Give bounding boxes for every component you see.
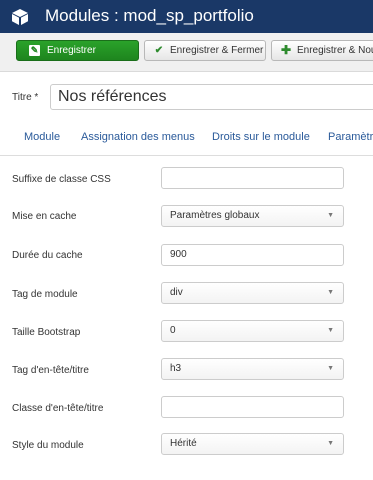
caret-down-icon: ▼ [327, 365, 334, 372]
module-tag-select[interactable]: div ▼ [161, 282, 344, 304]
bootstrap-size-label: Taille Bootstrap [12, 327, 81, 338]
save-close-button-label: Enregistrer & Fermer [170, 45, 264, 56]
bootstrap-size-select-value: 0 [170, 325, 176, 336]
caret-down-icon: ▼ [327, 327, 334, 334]
save-new-button[interactable]: ✚ Enregistrer & Nouv [271, 40, 373, 61]
cube-icon [12, 9, 28, 25]
caret-down-icon: ▼ [327, 212, 334, 219]
check-icon: ✔ [154, 45, 164, 56]
module-style-label: Style du module [12, 440, 84, 451]
plus-icon: ✚ [280, 43, 292, 57]
module-tag-label: Tag de module [12, 289, 78, 300]
cache-time-input[interactable]: 900 [161, 244, 344, 266]
tab-parameters[interactable]: Paramètre [328, 131, 373, 143]
header-tag-select[interactable]: h3 ▼ [161, 358, 344, 380]
title-label: Titre * [12, 92, 39, 103]
css-suffix-label: Suffixe de classe CSS [12, 174, 111, 185]
page-header: Modules : mod_sp_portfolio [0, 0, 373, 33]
edit-icon: ✎ [29, 45, 40, 56]
title-input[interactable]: Nos références [50, 84, 373, 110]
save-button-label: Enregistrer [47, 45, 96, 56]
module-tag-select-value: div [170, 287, 183, 298]
toolbar: ✎ Enregistrer ✔ Enregistrer & Fermer ✚ Enre… [0, 33, 373, 72]
header-class-label: Classe d'en-tête/titre [12, 403, 104, 414]
caret-down-icon: ▼ [327, 440, 334, 447]
save-new-button-label: Enregistrer & Nouv [297, 45, 373, 56]
cache-label: Mise en cache [12, 211, 77, 222]
tab-bar: Module Assignation des menus Droits sur … [0, 122, 373, 156]
tab-module-permissions[interactable]: Droits sur le module [212, 131, 310, 143]
module-style-select[interactable]: Hérité ▼ [161, 433, 344, 455]
bootstrap-size-select[interactable]: 0 ▼ [161, 320, 344, 342]
header-tag-label: Tag d'en-tête/titre [12, 365, 89, 376]
header-tag-select-value: h3 [170, 363, 182, 374]
css-suffix-input[interactable] [161, 167, 344, 189]
save-close-button[interactable]: ✔ Enregistrer & Fermer [144, 40, 266, 61]
cache-select-value: Paramètres globaux [170, 210, 260, 221]
caret-down-icon: ▼ [327, 289, 334, 296]
save-button[interactable]: ✎ Enregistrer [16, 40, 139, 61]
header-class-input[interactable] [161, 396, 344, 418]
tab-menu-assignment[interactable]: Assignation des menus [81, 131, 195, 143]
tab-module[interactable]: Module [24, 131, 60, 143]
cache-select[interactable]: Paramètres globaux ▼ [161, 205, 344, 227]
page-title: Modules : mod_sp_portfolio [45, 6, 254, 25]
cache-time-label: Durée du cache [12, 250, 83, 261]
module-style-select-value: Hérité [170, 438, 197, 449]
